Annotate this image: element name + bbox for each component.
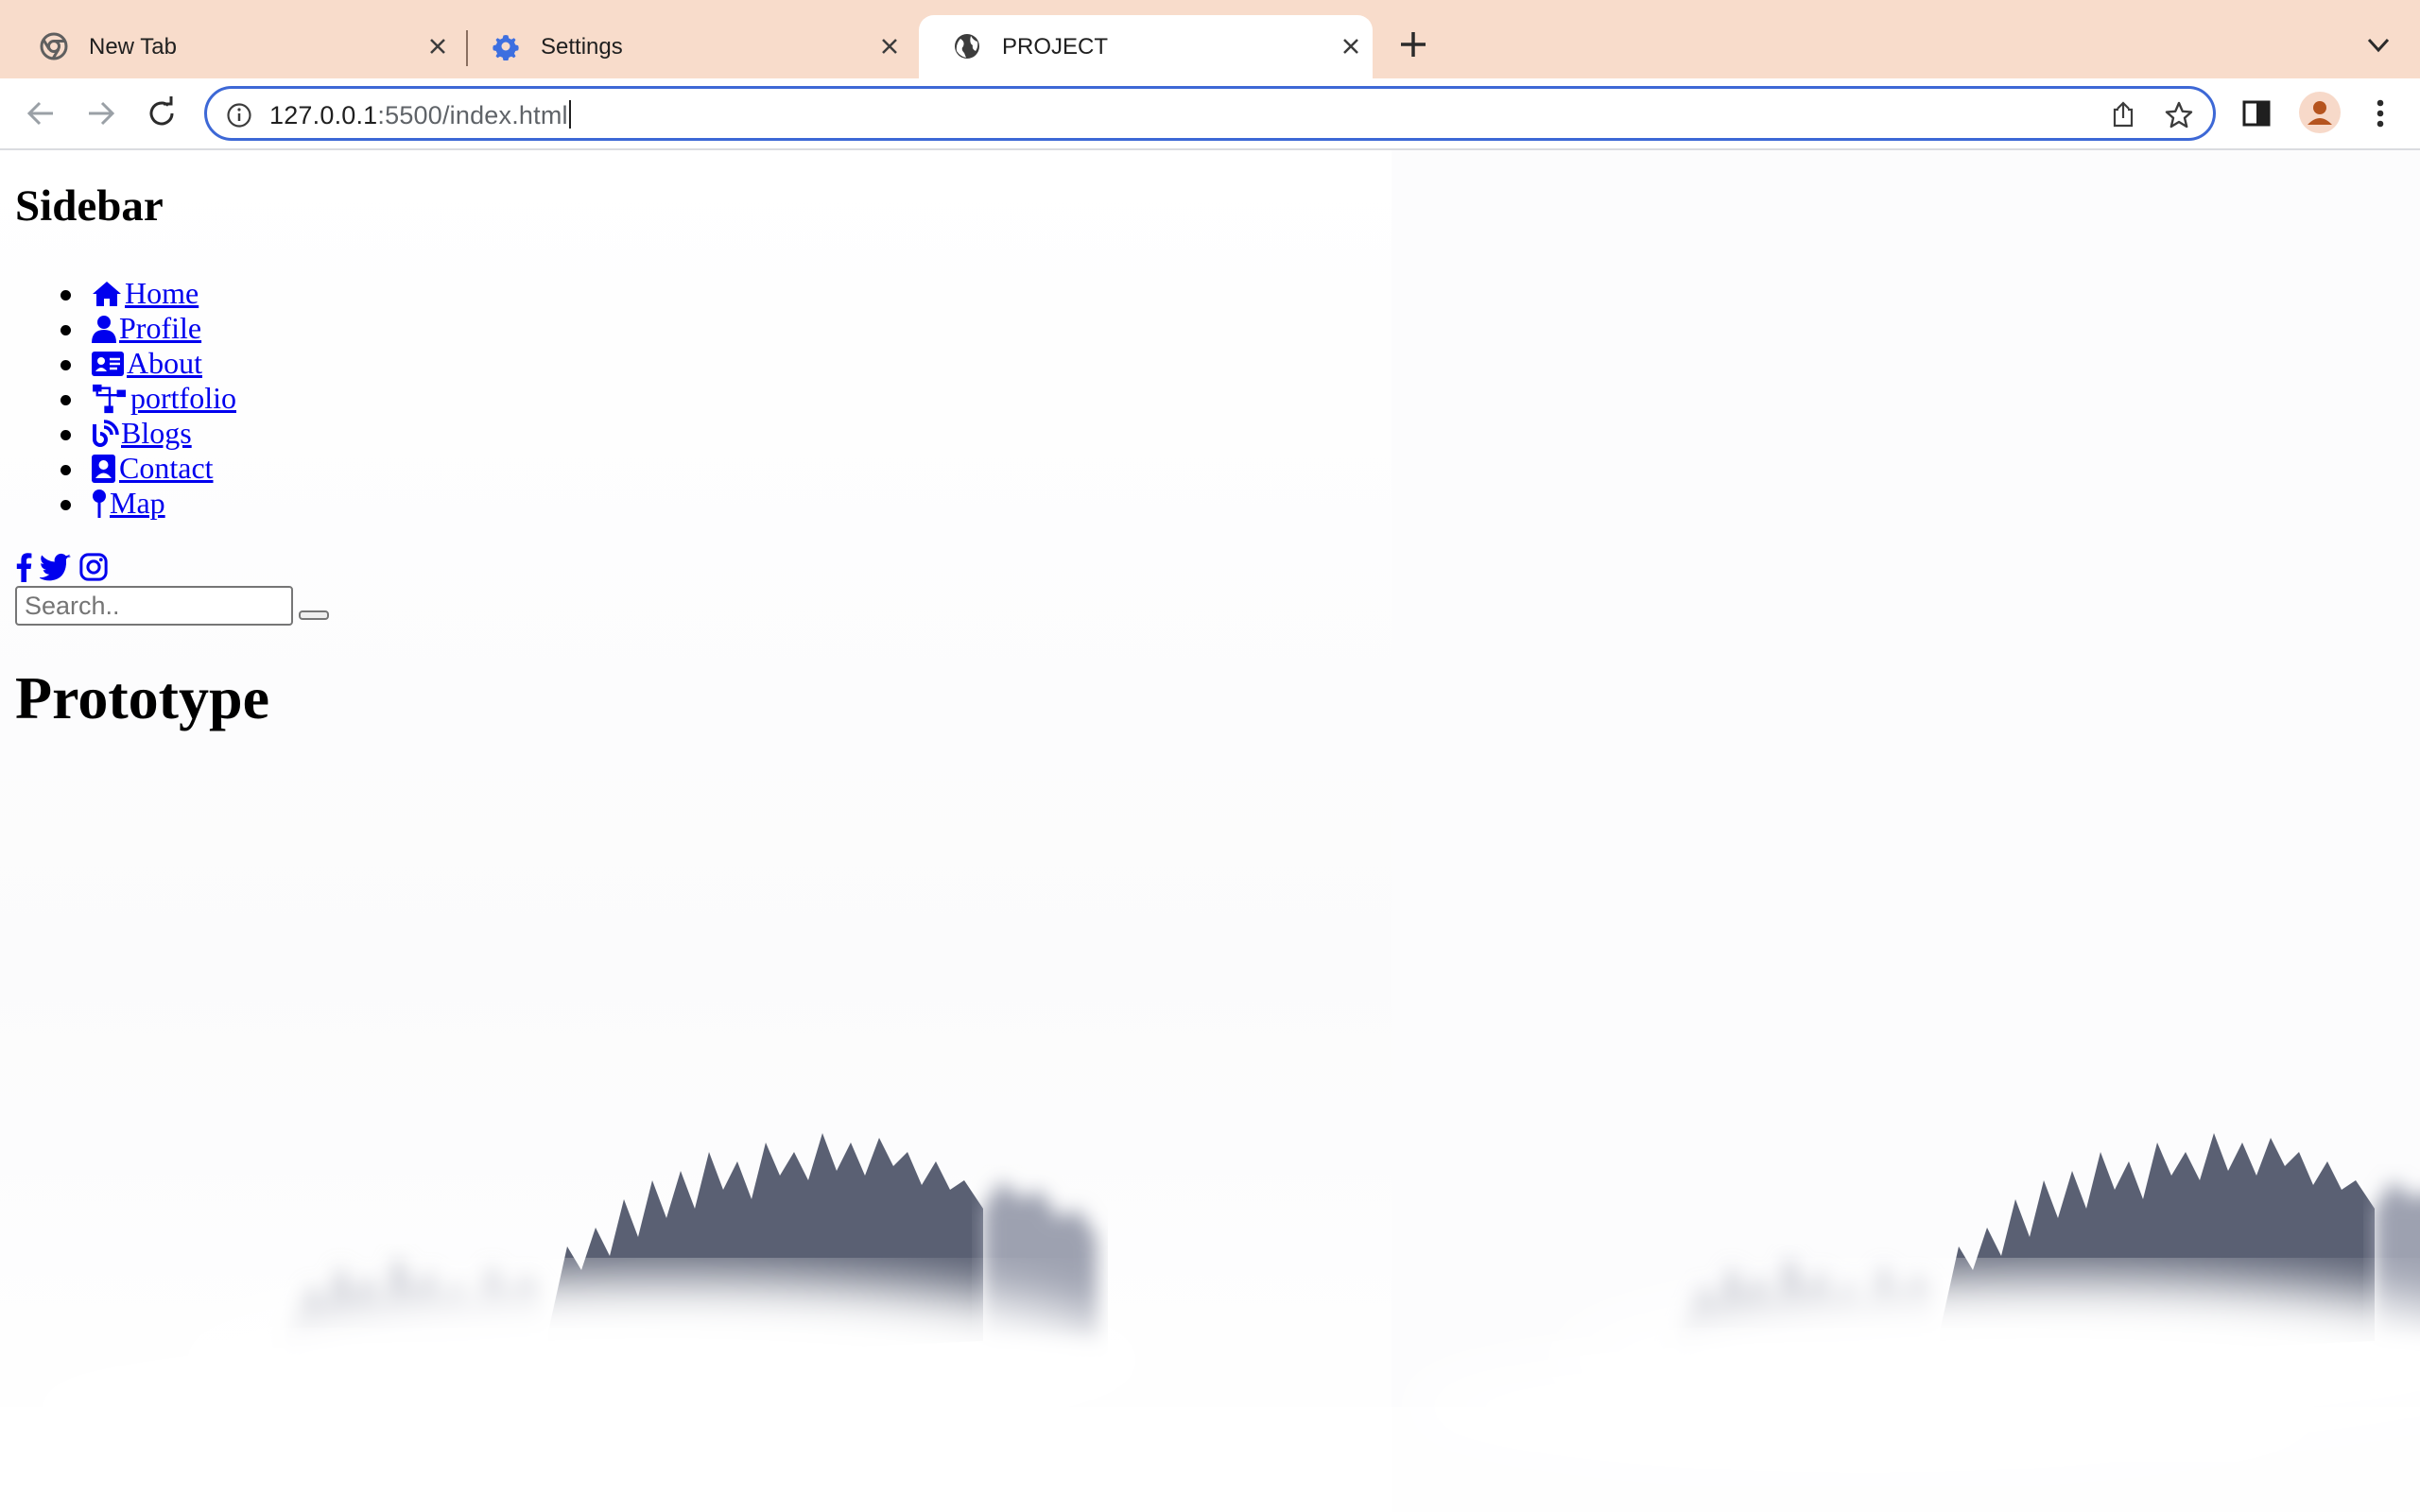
social-links xyxy=(15,552,115,582)
chrome-icon xyxy=(40,32,68,60)
nav-link-contact[interactable]: Contact xyxy=(91,451,214,486)
list-bullet xyxy=(60,325,71,335)
page-title: Prototype xyxy=(15,664,269,731)
instagram-icon[interactable] xyxy=(79,553,108,581)
tab-title: Settings xyxy=(541,34,623,60)
nav-link-portfolio[interactable]: portfolio xyxy=(91,381,236,416)
close-icon[interactable] xyxy=(427,36,448,57)
twitter-icon[interactable] xyxy=(40,553,72,581)
forward-arrow-icon[interactable] xyxy=(83,95,119,131)
url-host: 127.0.0.1 xyxy=(269,101,378,129)
star-icon[interactable] xyxy=(2164,100,2194,130)
tab-strip: New Tab Settings PROJECT xyxy=(0,0,2420,78)
tab-title: PROJECT xyxy=(1002,34,1109,60)
blog-icon xyxy=(93,419,119,447)
sidebar-heading: Sidebar xyxy=(15,181,164,231)
info-icon[interactable] xyxy=(226,102,252,129)
nav-label: portfolio xyxy=(130,381,236,415)
avatar[interactable] xyxy=(2299,92,2341,133)
nav-link-map[interactable]: Map xyxy=(91,486,165,521)
chevron-down-icon[interactable] xyxy=(2363,34,2394,57)
id-card-icon xyxy=(92,351,124,376)
address-bar[interactable]: 127.0.0.1:5500/index.html xyxy=(204,86,2216,141)
url-text[interactable]: 127.0.0.1:5500/index.html xyxy=(269,100,571,130)
gear-icon xyxy=(493,35,519,60)
tab-project[interactable]: PROJECT xyxy=(919,15,1373,78)
nav-label: Blogs xyxy=(121,416,192,450)
tab-new-tab[interactable]: New Tab xyxy=(6,15,459,78)
user-icon xyxy=(92,315,116,343)
share-icon[interactable] xyxy=(2109,100,2137,129)
list-bullet xyxy=(60,360,71,370)
nav-label: Home xyxy=(125,276,199,310)
list-bullet xyxy=(60,430,71,440)
nav-link-about[interactable]: About xyxy=(91,346,202,381)
back-arrow-icon[interactable] xyxy=(23,95,59,131)
nav-link-home[interactable]: Home xyxy=(91,276,199,311)
close-icon[interactable] xyxy=(1340,36,1361,57)
home-icon xyxy=(93,281,121,306)
sitemap-icon xyxy=(93,384,126,413)
tab-title: New Tab xyxy=(89,34,177,60)
side-panel-icon[interactable] xyxy=(2240,97,2273,129)
tab-settings[interactable]: Settings xyxy=(458,15,911,78)
browser-toolbar: 127.0.0.1:5500/index.html xyxy=(0,78,2420,150)
close-icon[interactable] xyxy=(879,36,900,57)
reload-icon[interactable] xyxy=(144,95,180,131)
nav-label: Profile xyxy=(119,311,202,345)
nav-label: About xyxy=(127,346,202,380)
list-bullet xyxy=(60,465,71,475)
nav-label: Contact xyxy=(119,451,214,485)
search-input[interactable] xyxy=(15,586,293,626)
plus-icon[interactable] xyxy=(1397,28,1429,60)
nav-label: Map xyxy=(110,486,165,520)
globe-icon xyxy=(955,34,979,59)
user-avatar-icon xyxy=(2308,101,2332,125)
foggy-forest-background xyxy=(0,150,2420,1512)
more-vert-icon[interactable] xyxy=(2363,95,2397,131)
nav-link-profile[interactable]: Profile xyxy=(91,311,201,346)
text-caret xyxy=(568,100,571,129)
list-bullet xyxy=(60,395,71,405)
map-pin-icon xyxy=(93,489,106,518)
facebook-icon[interactable] xyxy=(15,552,32,582)
search-button[interactable] xyxy=(299,610,329,620)
url-path: :5500/index.html xyxy=(377,101,568,129)
list-bullet xyxy=(60,500,71,510)
nav-link-blogs[interactable]: Blogs xyxy=(91,416,192,451)
page-viewport: Sidebar Home Profile About portfolio Blo… xyxy=(0,150,2420,1512)
contact-book-icon xyxy=(92,454,115,483)
list-bullet xyxy=(60,290,71,301)
